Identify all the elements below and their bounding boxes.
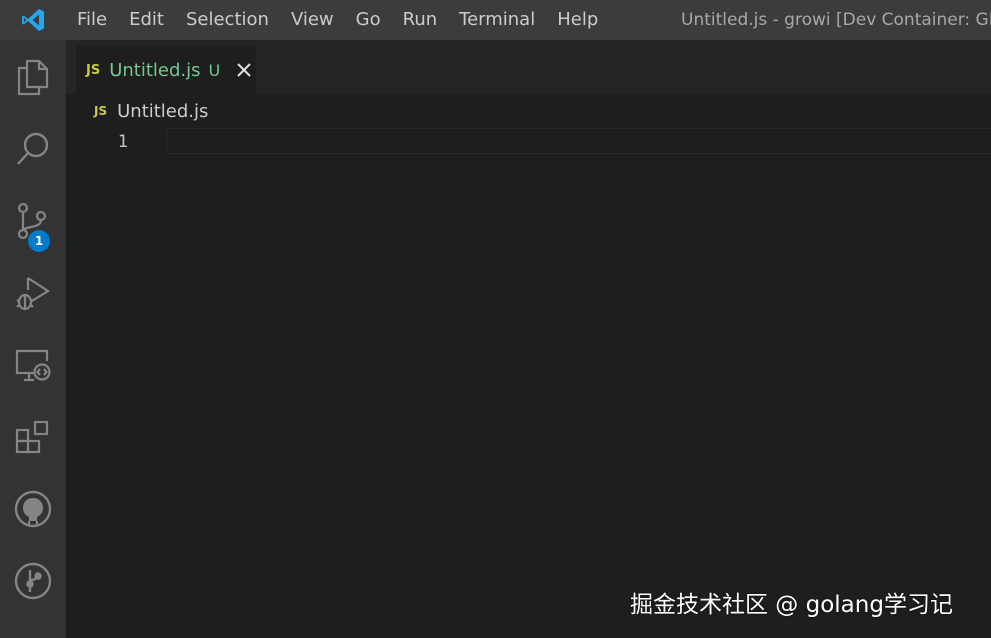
activity-run-debug[interactable] — [0, 258, 66, 328]
activity-remote-explorer[interactable] — [0, 330, 66, 400]
menu-terminal[interactable]: Terminal — [448, 0, 546, 40]
breadcrumb: JS Untitled.js — [94, 98, 208, 124]
menu-file[interactable]: File — [66, 0, 118, 40]
watermark: 掘金技术社区 @ golang学习记 — [630, 592, 953, 618]
title-bar: File Edit Selection View Go Run Terminal… — [0, 0, 991, 40]
git-graph-icon — [14, 562, 52, 600]
files-icon — [17, 59, 49, 96]
menu-run[interactable]: Run — [392, 0, 449, 40]
menu-view[interactable]: View — [280, 0, 345, 40]
untracked-status: U — [208, 60, 221, 80]
activity-bar: 1 — [0, 40, 66, 638]
activity-git-graph[interactable] — [0, 546, 66, 616]
menu-bar: File Edit Selection View Go Run Terminal… — [66, 0, 609, 40]
js-file-icon: JS — [86, 62, 101, 78]
current-line-highlight[interactable] — [166, 128, 991, 154]
window-title: Untitled.js - growi [Dev Container: GRO — [681, 10, 991, 30]
activity-search[interactable] — [0, 114, 66, 184]
editor-area: JS Untitled.js U JS Untitled.js 1 — [66, 40, 991, 638]
remote-explorer-icon — [15, 349, 51, 382]
activity-github[interactable] — [0, 474, 66, 544]
menu-help[interactable]: Help — [546, 0, 609, 40]
tab-untitled-js[interactable]: JS Untitled.js U — [76, 46, 256, 94]
activity-source-control[interactable]: 1 — [0, 186, 66, 256]
breadcrumb-file[interactable]: Untitled.js — [117, 101, 208, 122]
tab-bar: JS Untitled.js U — [66, 40, 991, 94]
source-control-badge: 1 — [28, 230, 50, 252]
line-gutter: 1 — [66, 128, 166, 156]
close-icon[interactable] — [234, 60, 254, 80]
extensions-icon — [15, 420, 49, 454]
menu-edit[interactable]: Edit — [118, 0, 175, 40]
line-number: 1 — [117, 132, 128, 152]
activity-extensions[interactable] — [0, 402, 66, 472]
menu-selection[interactable]: Selection — [175, 0, 280, 40]
activity-explorer[interactable] — [0, 42, 66, 112]
menu-go[interactable]: Go — [345, 0, 392, 40]
search-icon — [17, 132, 49, 165]
vscode-logo-icon — [0, 0, 66, 40]
github-icon — [14, 490, 52, 528]
run-debug-icon — [16, 277, 51, 311]
js-file-icon: JS — [94, 104, 108, 118]
tab-label: Untitled.js — [109, 59, 201, 81]
